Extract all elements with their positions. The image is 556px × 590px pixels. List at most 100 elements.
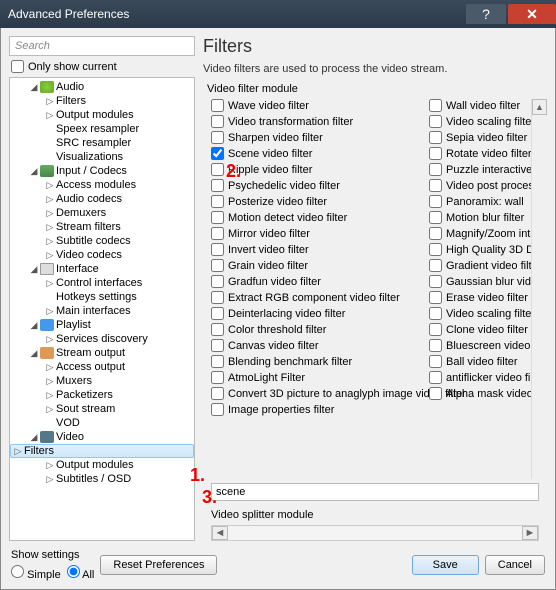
filter-checkbox[interactable]: Image properties filter: [211, 403, 421, 416]
filter-checkbox[interactable]: Grain video filter: [211, 259, 421, 272]
filter-checkbox[interactable]: Color threshold filter: [211, 323, 421, 336]
checkbox-input[interactable]: [211, 163, 224, 176]
tree-input-5[interactable]: ▷Video codecs: [10, 248, 194, 262]
filter-checkbox[interactable]: Posterize video filter: [211, 195, 421, 208]
checkbox-input[interactable]: [211, 99, 224, 112]
expander-icon[interactable]: ▷: [44, 194, 56, 205]
checkbox-input[interactable]: [211, 147, 224, 160]
checkbox-input[interactable]: [211, 243, 224, 256]
filter-checkbox[interactable]: Gradfun video filter: [211, 275, 421, 288]
save-button[interactable]: Save: [412, 555, 479, 575]
filter-checkbox[interactable]: Mirror video filter: [211, 227, 421, 240]
expander-icon[interactable]: ▷: [44, 180, 56, 191]
checkbox-input[interactable]: [429, 179, 442, 192]
close-button[interactable]: ✕: [508, 4, 556, 24]
checkbox-input[interactable]: [429, 387, 442, 400]
search-input[interactable]: Search: [9, 36, 195, 56]
checkbox-input[interactable]: [211, 307, 224, 320]
expander-icon[interactable]: ◢: [28, 264, 40, 275]
filter-checkbox[interactable]: Puzzle interactive: [429, 163, 547, 176]
expander-icon[interactable]: ▷: [44, 404, 56, 415]
cancel-button[interactable]: Cancel: [485, 555, 545, 575]
expander-icon[interactable]: ▷: [44, 334, 56, 345]
checkbox-input[interactable]: [211, 195, 224, 208]
checkbox-input[interactable]: [429, 227, 442, 240]
tree-input-codecs[interactable]: ◢Input / Codecs: [10, 164, 194, 178]
expander-icon[interactable]: ◢: [28, 432, 40, 443]
filter-checkbox[interactable]: Gradient video filter: [429, 259, 547, 272]
filter-checkbox[interactable]: Extract RGB component video filter: [211, 291, 421, 304]
checkbox-input[interactable]: [429, 355, 442, 368]
tree-input-1[interactable]: ▷Audio codecs: [10, 192, 194, 206]
tree-audio-1[interactable]: ▷Output modules: [10, 108, 194, 122]
tree-playlist-0[interactable]: ▷Services discovery: [10, 332, 194, 346]
tree-video-1[interactable]: ▷Output modules: [10, 458, 194, 472]
filter-checkbox[interactable]: Erase video filter: [429, 291, 547, 304]
checkbox-input[interactable]: [211, 387, 224, 400]
filter-checkbox[interactable]: AtmoLight Filter: [211, 371, 421, 384]
filter-checkbox[interactable]: antiflicker video filter: [429, 371, 547, 384]
horizontal-scrollbar[interactable]: ◄ ►: [211, 525, 539, 541]
tree-audio-2[interactable]: Speex resampler: [10, 122, 194, 136]
tree-video[interactable]: ◢Video: [10, 430, 194, 444]
filter-checkbox[interactable]: Rotate video filter: [429, 147, 547, 160]
expander-icon[interactable]: ▷: [44, 96, 56, 107]
expander-icon[interactable]: ◢: [28, 320, 40, 331]
filter-checkbox[interactable]: Video transformation filter: [211, 115, 421, 128]
filter-checkbox[interactable]: Gaussian blur video filter: [429, 275, 547, 288]
tree-stream-output[interactable]: ◢Stream output: [10, 346, 194, 360]
tree-stream-4[interactable]: VOD: [10, 416, 194, 430]
filter-checkbox[interactable]: Clone video filter: [429, 323, 547, 336]
checkbox-input[interactable]: [211, 211, 224, 224]
tree-audio[interactable]: ◢Audio: [10, 80, 194, 94]
filter-checkbox[interactable]: Video scaling filter: [429, 115, 547, 128]
tree-playlist[interactable]: ◢Playlist: [10, 318, 194, 332]
checkbox-input[interactable]: [211, 275, 224, 288]
checkbox-input[interactable]: [211, 371, 224, 384]
expander-icon[interactable]: ▷: [44, 474, 56, 485]
checkbox-input[interactable]: [429, 275, 442, 288]
filter-checkbox[interactable]: Wall video filter: [429, 99, 547, 112]
filter-checkbox[interactable]: Blending benchmark filter: [211, 355, 421, 368]
filter-checkbox[interactable]: Bluescreen video filter: [429, 339, 547, 352]
tree-interface-0[interactable]: ▷Control interfaces: [10, 276, 194, 290]
filter-checkbox[interactable]: Panoramix: wall: [429, 195, 547, 208]
expander-icon[interactable]: ▷: [44, 236, 56, 247]
tree-stream-2[interactable]: ▷Packetizers: [10, 388, 194, 402]
checkbox-input[interactable]: [429, 291, 442, 304]
all-radio[interactable]: All: [67, 565, 95, 581]
expander-icon[interactable]: ▷: [44, 278, 56, 289]
tree-stream-3[interactable]: ▷Sout stream: [10, 402, 194, 416]
filter-checkbox[interactable]: Motion blur filter: [429, 211, 547, 224]
simple-radio[interactable]: Simple: [11, 565, 61, 581]
filter-checkbox[interactable]: High Quality 3D Denoiser: [429, 243, 547, 256]
checkbox-input[interactable]: [429, 115, 442, 128]
filter-checkbox[interactable]: Scene video filter: [211, 147, 421, 160]
checkbox-input[interactable]: [429, 339, 442, 352]
filter-checkbox[interactable]: Alpha mask video filter: [429, 387, 547, 400]
scroll-right-arrow[interactable]: ►: [522, 526, 538, 540]
checkbox-input[interactable]: [211, 131, 224, 144]
checkbox-input[interactable]: [429, 211, 442, 224]
tree-audio-4[interactable]: Visualizations: [10, 150, 194, 164]
filter-checkbox[interactable]: Motion detect video filter: [211, 211, 421, 224]
filter-checkbox[interactable]: Canvas video filter: [211, 339, 421, 352]
expander-icon[interactable]: ▷: [44, 222, 56, 233]
checkbox-input[interactable]: [211, 291, 224, 304]
expander-icon[interactable]: ◢: [28, 348, 40, 359]
checkbox-input[interactable]: [211, 339, 224, 352]
checkbox-input[interactable]: [429, 243, 442, 256]
checkbox-input[interactable]: [429, 163, 442, 176]
checkbox-input[interactable]: [211, 403, 224, 416]
checkbox-input[interactable]: [211, 323, 224, 336]
filter-checkbox[interactable]: Video post processing: [429, 179, 547, 192]
scroll-left-arrow[interactable]: ◄: [212, 526, 228, 540]
checkbox-input[interactable]: [429, 99, 442, 112]
tree-input-4[interactable]: ▷Subtitle codecs: [10, 234, 194, 248]
tree-stream-1[interactable]: ▷Muxers: [10, 374, 194, 388]
expander-icon[interactable]: ◢: [28, 166, 40, 177]
only-current-box[interactable]: [11, 60, 24, 73]
filter-checkbox[interactable]: Convert 3D picture to anaglyph image vid…: [211, 387, 421, 400]
tree-input-3[interactable]: ▷Stream filters: [10, 220, 194, 234]
expander-icon[interactable]: ▷: [44, 110, 56, 121]
